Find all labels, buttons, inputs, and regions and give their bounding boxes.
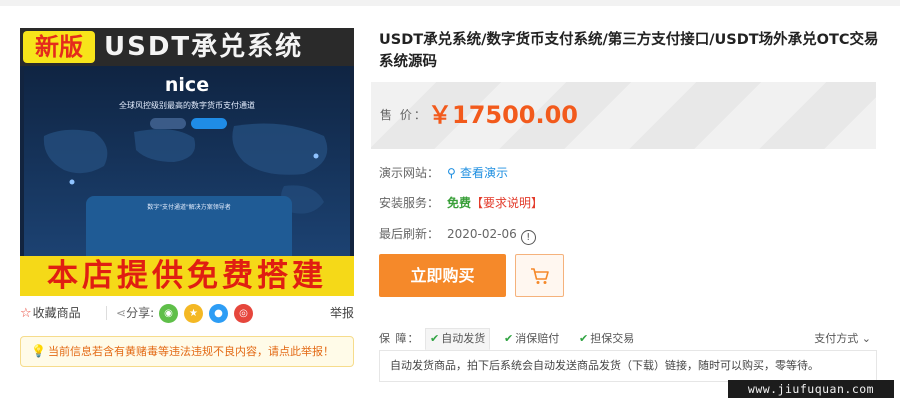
image-screenshot: nice 全球风控级别最高的数字货币支付通道 数字"支付通道"解决方案领导者 (24, 66, 350, 256)
qq-icon[interactable]: ● (209, 304, 228, 323)
report-notice[interactable]: 💡 当前信息若含有黄赌毒等违法违规不良内容，请点此举报！ (20, 336, 354, 367)
demo-row: 演示网站： ⚲ 查看演示 (379, 163, 508, 183)
screen-button-1 (150, 118, 186, 129)
pay-method-label: 支付方式 (814, 332, 859, 345)
new-version-badge: 新版 (23, 31, 95, 63)
guarantee-tab-escrow[interactable]: ✔ 担保交易 (579, 328, 634, 350)
top-strip (0, 0, 900, 6)
image-bottom-banner: 本店提供免费搭建 (20, 256, 354, 296)
check-icon: ✔ (430, 332, 440, 345)
divider (106, 306, 107, 320)
check-icon: ✔ (504, 332, 514, 345)
guarantee-tab-compensation[interactable]: ✔ 消保赔付 (504, 328, 559, 350)
refresh-date: 2020-02-06 (447, 227, 517, 241)
screen-card-text: 数字"支付通道"解决方案领导者 (147, 204, 231, 211)
screen-card: 数字"支付通道"解决方案领导者 (86, 196, 292, 256)
image-banner-title: USDT承兑系统 (104, 32, 304, 62)
chevron-down-icon: ⌄ (858, 332, 871, 345)
guarantee-item-label: 消保赔付 (515, 332, 560, 345)
add-to-cart-button[interactable] (515, 254, 564, 297)
install-label: 安装服务： (379, 196, 440, 210)
demo-label: 演示网站： (379, 166, 440, 180)
lightbulb-icon: 💡 (31, 344, 46, 358)
product-image[interactable]: 新版 USDT承兑系统 nice 全球风控级别最高的数字货币支付通道 数字"支付… (20, 28, 354, 296)
cart-icon (531, 268, 549, 284)
guarantee-label: 保 障： (379, 332, 420, 345)
install-value: 免费 (447, 196, 472, 210)
demo-link-label: 查看演示 (459, 166, 508, 180)
pay-method-dropdown[interactable]: 支付方式 ⌄ (814, 328, 871, 350)
share-icon: ⋖ (116, 306, 127, 320)
install-note-link[interactable]: 【要求说明】 (471, 196, 543, 210)
screen-button-2 (191, 118, 227, 129)
bottom-banner-text: 本店提供免费搭建 (47, 258, 327, 294)
report-link[interactable]: 举报 (330, 302, 354, 324)
guarantee-row: 保 障： ✔ 自动发货 ✔ 消保赔付 ✔ 担保交易 支付方式 ⌄ (379, 328, 875, 350)
price-label: 售 价： (380, 108, 428, 122)
price-box: 售 价： ￥17500.00 (371, 82, 876, 149)
buy-now-button[interactable]: 立即购买 (379, 254, 506, 297)
new-badge-text: 新版 (35, 33, 83, 61)
action-row: ☆收藏商品 ⋖分享: ◉ ★ ● ◎ 举报 (20, 302, 354, 324)
guarantee-tab-auto-delivery[interactable]: ✔ 自动发货 (425, 328, 491, 350)
favorite-label: 收藏商品 (32, 306, 81, 320)
screen-brand-logo: nice (164, 74, 210, 96)
guarantee-item-label: 担保交易 (590, 332, 635, 345)
favorite-button[interactable]: ☆收藏商品 (20, 302, 81, 324)
weibo-icon[interactable]: ◎ (234, 304, 253, 323)
watermark: www.jiufuquan.com (728, 380, 894, 398)
qzone-icon[interactable]: ★ (184, 304, 203, 323)
guarantee-item-label: 自动发货 (441, 332, 486, 345)
screen-slogan: 全球风控级别最高的数字货币支付通道 (119, 101, 255, 110)
refresh-label: 最后刷新： (379, 227, 440, 241)
info-icon[interactable]: ! (520, 230, 536, 245)
refresh-row: 最后刷新： 2020-02-06! (379, 224, 536, 245)
share-group: ⋖分享: (116, 302, 154, 324)
notice-text: 当前信息若含有黄赌毒等违法违规不良内容，请点此举报！ (47, 345, 334, 358)
image-top-banner: 新版 USDT承兑系统 (20, 28, 354, 66)
demo-link[interactable]: ⚲ 查看演示 (447, 166, 508, 180)
search-icon: ⚲ (447, 166, 460, 180)
install-row: 安装服务： 免费【要求说明】 (379, 193, 543, 213)
price-value: ￥17500.00 (428, 101, 579, 129)
star-icon: ☆ (20, 306, 32, 321)
product-title: USDT承兑系统/数字货币支付系统/第三方支付接口/USDT场外承兑OTC交易系… (379, 32, 879, 70)
share-label: 分享: (126, 306, 155, 320)
guarantee-description: 自动发货商品，拍下后系统会自动发送商品发货（下载）链接，随时可以购买，零等待。 (379, 350, 877, 382)
check-icon: ✔ (579, 332, 589, 345)
wechat-icon[interactable]: ◉ (159, 304, 178, 323)
